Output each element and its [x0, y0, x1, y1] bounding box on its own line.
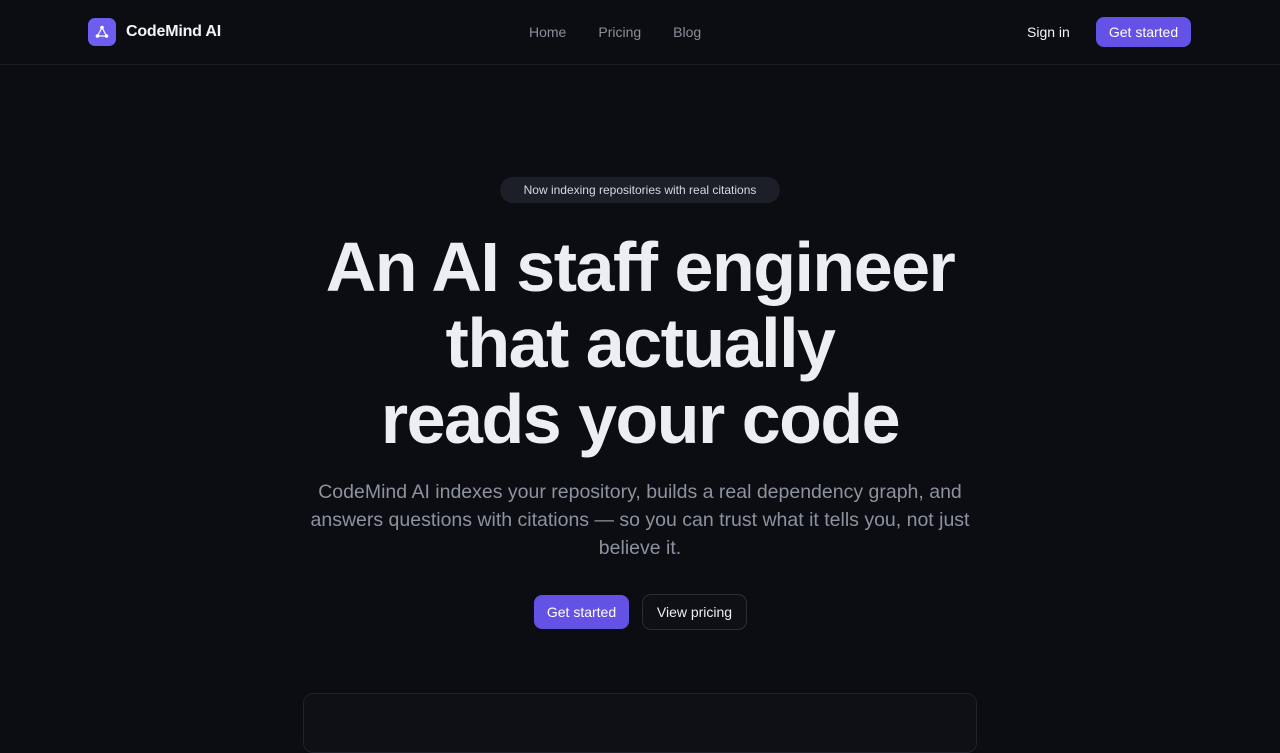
nav-link-blog[interactable]: Blog [673, 22, 701, 42]
hero-subheadline: CodeMind AI indexes your repository, bui… [310, 481, 970, 559]
nav-link-pricing[interactable]: Pricing [598, 22, 641, 42]
header-get-started-button[interactable]: Get started [1096, 17, 1191, 47]
hero-get-started-button[interactable]: Get started [534, 595, 629, 629]
announcement-badge: Now indexing repositories with real cita… [500, 177, 780, 203]
headline-line-3: reads your code [380, 380, 901, 458]
site-header: CodeMind AI Home Pricing Blog Sign in Ge… [0, 0, 1280, 65]
main-nav: Home Pricing Blog [529, 22, 701, 42]
nav-link-home[interactable]: Home [529, 22, 566, 42]
product-preview-card [303, 693, 977, 753]
hero-headline: An AI staff engineer that actually reads… [240, 229, 1040, 457]
brand-name: CodeMind AI [126, 23, 221, 40]
view-pricing-button[interactable]: View pricing [642, 594, 747, 630]
headline-line-2: that actually [445, 304, 836, 382]
graph-nodes-icon [88, 18, 116, 46]
brand-link[interactable]: CodeMind AI [88, 18, 221, 46]
headline-line-1: An AI staff engineer [325, 228, 956, 306]
sign-in-link[interactable]: Sign in [1027, 22, 1070, 42]
